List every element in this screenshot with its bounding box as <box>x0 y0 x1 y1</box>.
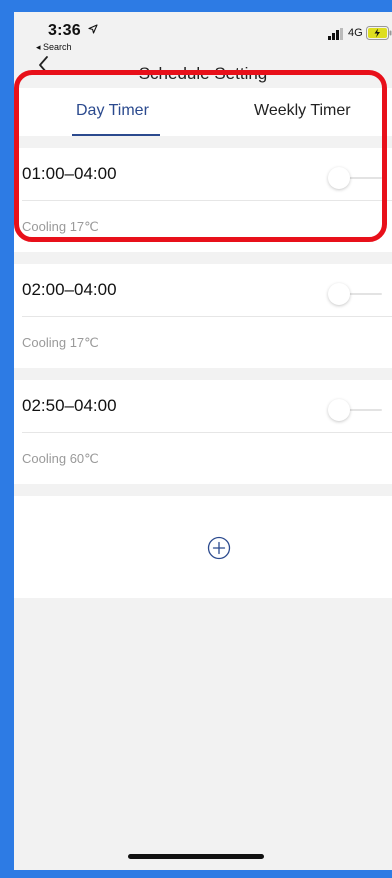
status-bar: 3:36 ◂ Search 4G <box>14 12 392 54</box>
schedule-mode: Cooling 60℃ <box>22 451 99 466</box>
section-divider <box>14 136 392 148</box>
schedule-item[interactable]: 01:00–04:00 Cooling 17℃ <box>14 148 392 252</box>
tab-day-timer[interactable]: Day Timer <box>76 102 149 120</box>
toggle-knob <box>328 283 350 305</box>
battery-charging-icon <box>366 26 392 40</box>
section-divider <box>14 368 392 380</box>
item-divider <box>22 316 392 317</box>
schedule-mode: Cooling 17℃ <box>22 219 99 234</box>
home-indicator[interactable] <box>128 854 264 859</box>
tab-weekly-timer[interactable]: Weekly Timer <box>254 102 351 120</box>
toggle-knob <box>328 167 350 189</box>
location-arrow-icon <box>88 24 98 34</box>
signal-bars-icon <box>328 28 343 40</box>
page-title: Schedule Setting <box>138 64 268 83</box>
section-divider <box>14 484 392 496</box>
schedule-toggle[interactable] <box>328 399 384 421</box>
add-schedule-section <box>14 496 392 598</box>
schedule-time-range: 01:00–04:00 <box>22 164 117 183</box>
schedule-toggle[interactable] <box>328 167 384 189</box>
back-to-search-link[interactable]: ◂ Search <box>36 42 72 53</box>
schedule-time-range: 02:00–04:00 <box>22 280 117 299</box>
schedule-toggle[interactable] <box>328 283 384 305</box>
plus-circle-icon[interactable] <box>207 536 231 560</box>
item-divider <box>22 200 392 201</box>
schedule-mode: Cooling 17℃ <box>22 335 99 350</box>
network-type: 4G <box>348 27 363 39</box>
section-divider <box>14 252 392 264</box>
schedule-time-range: 02:50–04:00 <box>22 396 117 415</box>
timer-tabs: Day Timer Weekly Timer <box>14 88 392 136</box>
phone-screen: 3:36 ◂ Search 4G Schedule Setting Day Ti… <box>0 0 392 878</box>
status-time: 3:36 <box>48 22 81 39</box>
schedule-item[interactable]: 02:00–04:00 Cooling 17℃ <box>14 264 392 368</box>
schedule-item[interactable]: 02:50–04:00 Cooling 60℃ <box>14 380 392 484</box>
toggle-knob <box>328 399 350 421</box>
item-divider <box>22 432 392 433</box>
schedule-content: Day Timer Weekly Timer 01:00–04:00 Cooli… <box>14 88 392 598</box>
